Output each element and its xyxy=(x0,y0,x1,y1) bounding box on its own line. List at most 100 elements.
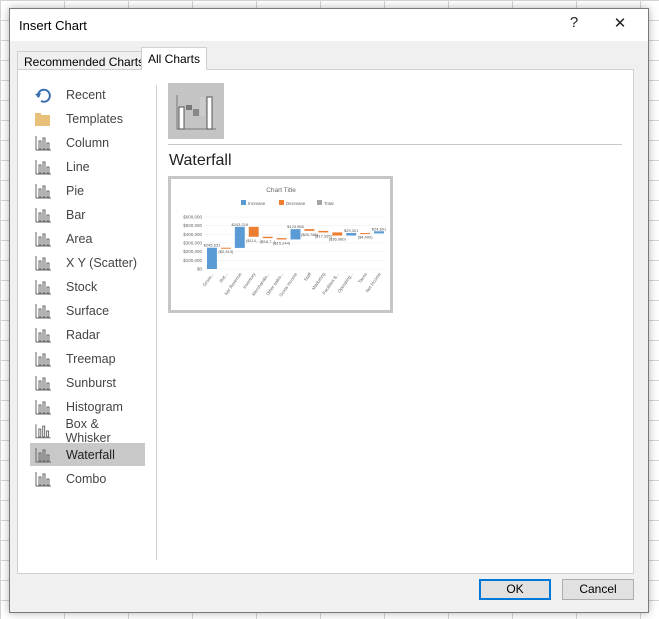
chart-type-sunburst[interactable]: Sunburst xyxy=(30,371,145,394)
cancel-button[interactable]: Cancel xyxy=(562,579,634,600)
recent-icon xyxy=(35,88,51,103)
data-label: $243,219 xyxy=(231,222,248,227)
y-tick-label: $200,000 xyxy=(183,249,202,254)
data-label: $123,965 xyxy=(287,224,304,229)
surface-chart-icon xyxy=(35,303,51,318)
waterfall-bar xyxy=(262,236,273,239)
chart-type-area[interactable]: Area xyxy=(30,227,145,250)
legend-label: Total xyxy=(324,201,334,206)
chart-type-label: Templates xyxy=(66,111,123,126)
chart-type-label: Bar xyxy=(66,207,86,222)
chart-type-radar[interactable]: Radar xyxy=(30,323,145,346)
chart-type-label: Radar xyxy=(66,327,101,342)
line-chart-icon xyxy=(35,159,51,174)
legend-label: Increase xyxy=(248,201,266,206)
chart-type-surface[interactable]: Surface xyxy=(30,299,145,322)
waterfall-bar xyxy=(234,226,245,248)
chart-type-templates[interactable]: Templates xyxy=(30,107,145,130)
chart-type-label: Histogram xyxy=(66,399,123,414)
x-tick-label: Staff xyxy=(303,271,313,282)
x-tick-label: Ret... xyxy=(218,272,228,284)
stock-chart-icon xyxy=(35,279,51,294)
chart-type-x-y-scatter-[interactable]: X Y (Scatter) xyxy=(30,251,145,274)
x-tick-label: Taxes xyxy=(357,271,368,284)
legend-swatch xyxy=(279,200,284,205)
chart-type-recent[interactable]: Recent xyxy=(30,83,145,106)
waterfall-bar xyxy=(290,229,301,240)
histogram-chart-icon xyxy=(35,399,51,414)
y-tick-label: $500,000 xyxy=(183,223,202,228)
chart-preview[interactable]: Chart Title Increase Decrease Total $0 $100,… xyxy=(168,176,393,313)
sunburst-chart-icon xyxy=(35,375,51,390)
chart-type-bar[interactable]: Bar xyxy=(30,203,145,226)
pie-chart-icon xyxy=(35,183,51,198)
waterfall-chart-icon xyxy=(35,447,51,462)
chart-type-treemap[interactable]: Treemap xyxy=(30,347,145,370)
chart-type-column[interactable]: Column xyxy=(30,131,145,154)
column-chart-icon xyxy=(35,135,51,150)
separator xyxy=(168,144,622,145)
dialog-title: Insert Chart xyxy=(19,18,87,33)
waterfall-bar xyxy=(304,229,315,231)
chart-type-histogram[interactable]: Histogram xyxy=(30,395,145,418)
close-button[interactable]: ✕ xyxy=(608,14,632,32)
waterfall-preview-chart: Chart Title Increase Decrease Total $0 $100,… xyxy=(183,187,387,298)
title-bar: Insert Chart ? ✕ xyxy=(10,9,648,41)
waterfall-bar xyxy=(332,232,343,236)
data-label: ($2,413) xyxy=(218,249,234,254)
data-label: $29,321 xyxy=(344,228,359,233)
chart-type-pie[interactable]: Pie xyxy=(30,179,145,202)
box-whisker-chart-icon xyxy=(35,423,51,438)
y-tick-label: $600,000 xyxy=(183,215,202,220)
bar-chart-icon xyxy=(35,207,51,222)
waterfall-bar xyxy=(374,231,384,234)
waterfall-bar xyxy=(248,226,259,237)
chart-type-label: Combo xyxy=(66,471,107,486)
y-tick-label: $400,000 xyxy=(183,232,202,237)
chart-type-box-whisker[interactable]: Box & Whisker xyxy=(30,416,145,445)
waterfall-bar xyxy=(318,230,329,233)
waterfall-bar xyxy=(207,247,217,269)
divider xyxy=(156,85,157,560)
chart-type-label: Line xyxy=(66,159,90,174)
waterfall-bar xyxy=(276,238,287,240)
folder-icon xyxy=(35,112,50,126)
treemap-chart-icon xyxy=(35,351,51,366)
chart-type-combo[interactable]: Combo xyxy=(30,467,145,490)
chart-panel: Recent Templates Column Line Pie Bar Area X Y (… xyxy=(17,69,634,574)
tab-recommended-charts[interactable]: Recommended Charts xyxy=(17,51,152,70)
insert-chart-dialog: Insert Chart ? ✕ Recommended Charts All … xyxy=(9,8,649,613)
tab-all-charts[interactable]: All Charts xyxy=(141,47,208,70)
legend-swatch xyxy=(317,200,322,205)
x-tick-label: Gross... xyxy=(202,272,215,288)
combo-chart-icon xyxy=(35,471,51,486)
preview-chart-title: Chart Title xyxy=(266,187,296,194)
chart-type-label: Area xyxy=(66,231,93,246)
legend-swatch xyxy=(241,200,246,205)
chart-type-label: Stock xyxy=(66,279,98,294)
data-label: ($15,244) xyxy=(273,240,291,245)
ok-button[interactable]: OK xyxy=(479,579,551,600)
chart-type-label: Box & Whisker xyxy=(65,416,111,445)
scatter-chart-icon xyxy=(35,255,51,270)
y-tick-label: $300,000 xyxy=(183,241,202,246)
chart-type-stock[interactable]: Stock xyxy=(30,275,145,298)
chart-type-label: X Y (Scatter) xyxy=(66,255,138,270)
waterfall-subtype-thumbnail[interactable] xyxy=(168,83,224,139)
chart-type-label: Treemap xyxy=(66,351,116,366)
help-button[interactable]: ? xyxy=(562,14,586,31)
chart-type-line[interactable]: Line xyxy=(30,155,145,178)
area-chart-icon xyxy=(35,231,51,246)
chart-type-label: Waterfall xyxy=(66,447,115,462)
chart-type-waterfall[interactable]: Waterfall xyxy=(30,443,145,466)
waterfall-chart-icon xyxy=(176,95,216,130)
data-label: $245,631 xyxy=(204,243,221,248)
data-label: ($36,080) xyxy=(329,237,347,242)
selected-chart-heading: Waterfall xyxy=(169,152,232,169)
chart-type-label: Sunburst xyxy=(66,375,117,390)
chart-type-label: Column xyxy=(66,135,110,150)
data-label: ($4,400) xyxy=(358,234,374,239)
radar-chart-icon xyxy=(35,327,51,342)
chart-type-label: Recent xyxy=(66,87,106,102)
legend-label: Decrease xyxy=(286,201,306,206)
